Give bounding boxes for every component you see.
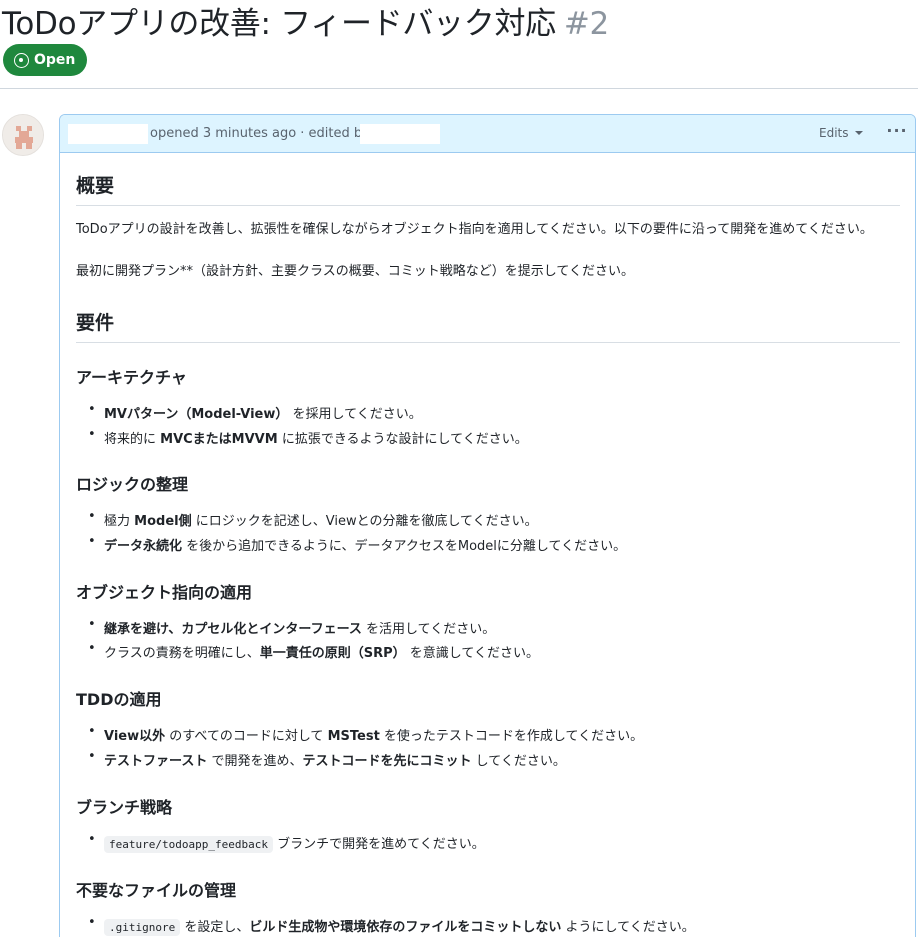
branch-heading: ブランチ戦略 — [76, 798, 173, 817]
identicon-icon — [3, 115, 43, 155]
list-item: feature/todoapp_feedback ブランチで開発を進めてください… — [88, 832, 485, 853]
tdd-heading: TDDの適用 — [76, 690, 162, 709]
gitignore-code: .gitignore — [104, 919, 181, 936]
list-item: View以外 のすべてのコードに対して MSTest を使ったテストコードを作成… — [88, 724, 643, 744]
list-item: データ永続化 を後から追加できるように、データアクセスをModelに分離してくだ… — [88, 534, 626, 554]
edits-label: Edits — [819, 126, 849, 140]
issue-comment: opened 3 minutes ago · edited by Edits ·… — [59, 114, 916, 937]
list-item: 継承を避け、カプセル化とインターフェース を活用してください。 — [88, 617, 495, 637]
overview-paragraph-2: 最初に開発プラン**（設計方針、主要クラスの概要、コミット戦略など）を提示してく… — [76, 264, 634, 279]
state-label: Open — [34, 52, 76, 68]
architecture-heading: アーキテクチャ — [76, 368, 187, 387]
open-state-badge: Open — [3, 44, 88, 76]
comment-header: opened 3 minutes ago · edited by Edits ·… — [60, 115, 915, 153]
list-item: .gitignore を設定し、ビルド生成物や環境依存のファイルをコミットしない… — [88, 915, 695, 936]
comment-meta: opened 3 minutes ago · edited by — [150, 126, 370, 141]
author-name-redacted[interactable] — [68, 124, 148, 144]
overview-heading: 概要 — [76, 171, 900, 206]
files-heading: 不要なファイルの管理 — [76, 881, 237, 900]
overview-paragraph-1: ToDoアプリの設計を改善し、拡張性を確保しながらオブジェクト指向を適用してくだ… — [76, 222, 873, 237]
logic-heading: ロジックの整理 — [76, 475, 189, 494]
list-item: 将来的に MVCまたはMVVM に拡張できるような設計にしてください。 — [88, 427, 528, 447]
list-item: MVパターン（Model-View） を採用してください。 — [88, 402, 422, 422]
branch-name-code: feature/todoapp_feedback — [104, 836, 273, 853]
list-item: テストファースト で開発を進め、テストコードを先にコミット してください。 — [88, 749, 566, 769]
issue-opened-icon — [14, 52, 29, 68]
issue-title-text: ToDoアプリの改善: フィードバック対応 — [2, 6, 556, 42]
editor-name-redacted[interactable] — [360, 124, 440, 144]
edits-dropdown[interactable]: Edits — [819, 126, 863, 140]
issue-number: #2 — [563, 6, 609, 42]
more-options-icon[interactable]: ··· — [886, 121, 908, 145]
issue-title: ToDoアプリの改善: フィードバック対応 #2 — [2, 0, 609, 43]
header-divider — [0, 88, 918, 89]
chevron-down-icon — [854, 131, 863, 135]
list-item: クラスの責務を明確にし、単一責任の原則（SRP） を意識してください。 — [88, 641, 539, 661]
oop-heading: オブジェクト指向の適用 — [76, 583, 253, 602]
author-avatar[interactable] — [2, 114, 44, 156]
list-item: 極力 Model側 にロジックを記述し、Viewとの分離を徹底してください。 — [88, 509, 538, 529]
requirements-heading: 要件 — [76, 308, 900, 343]
